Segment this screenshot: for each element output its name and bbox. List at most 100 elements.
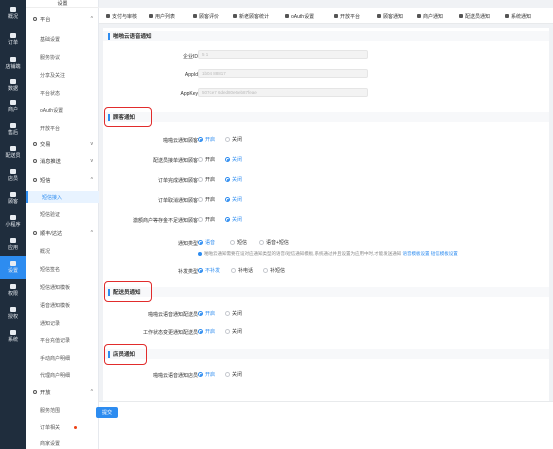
rail-item-miniapp[interactable]: 小程序 <box>0 210 26 233</box>
sidebar-item-merchant-detail[interactable]: 手动商户明细 <box>26 352 99 364</box>
tab-oauth[interactable]: oAuth设置 <box>285 12 314 20</box>
radio-enable[interactable]: 开启 <box>198 136 215 143</box>
tab-open-platform[interactable]: 开放平台 <box>334 12 360 20</box>
rail-item-customers[interactable]: 顾客 <box>0 187 26 210</box>
sidebar-item-agent-detail[interactable]: 代理商户明细 <box>26 369 99 381</box>
radio-enable[interactable]: 开启 <box>198 176 215 183</box>
tab-user-list[interactable]: 用户列表 <box>149 12 175 20</box>
rail-item-aftersale[interactable]: 售后 <box>0 118 26 141</box>
submit-button[interactable]: 提交 <box>96 407 118 418</box>
radio-label: 开启 <box>205 137 216 143</box>
sidebar-item-open-platform[interactable]: 开放平台 <box>26 122 99 134</box>
tab-courier-notify[interactable]: 配送员通知 <box>459 12 490 20</box>
radio-disable[interactable]: 关闭 <box>225 310 242 317</box>
tab-merchant-notify[interactable]: 商户通知 <box>417 12 443 20</box>
notify-type-sms[interactable]: 短信 <box>230 239 247 246</box>
sidebar-group-platform[interactable]: 平台 ^ <box>26 13 99 25</box>
sidebar-item-service[interactable]: 服务协议 <box>26 51 99 63</box>
sidebar-group-message[interactable]: 消息推送 v <box>26 155 99 167</box>
sidebar-group-sms[interactable]: 短信 ^ <box>26 174 99 186</box>
sidebar-item-store-settings[interactable]: 商家设置 <box>26 437 99 449</box>
sidebar-item-label: 短信接入 <box>42 194 63 201</box>
enterprise-id-field[interactable]: 5 1 <box>198 50 368 59</box>
sidebar-item-oauth[interactable]: oAuth设置 <box>26 104 99 116</box>
sidebar-item-label: 短信通知模板 <box>40 284 71 291</box>
radio-enable[interactable]: 开启 <box>198 371 215 378</box>
sidebar-group-dada[interactable]: 顺丰/达达 ^ <box>26 227 99 239</box>
tab-customer-stats[interactable]: 新老顾客统计 <box>233 12 269 20</box>
appkey-field[interactable]: 507ce7 6ded80e6eb87feae <box>198 88 368 97</box>
rail-item-auth[interactable]: 授权 <box>0 302 26 325</box>
section-bar <box>103 287 549 297</box>
toggle-row-label: 配送员接单通知顾客 <box>152 158 198 164</box>
tab-pay-review[interactable]: 支付与审核 <box>106 12 137 20</box>
supplement-none[interactable]: 不补发 <box>198 267 220 274</box>
tab-label: 顾客通知 <box>383 13 404 20</box>
sidebar-item-label: 平台充值记录 <box>40 337 71 344</box>
radio-enable[interactable]: 开启 <box>198 310 215 317</box>
sidebar-item-voice-template[interactable]: 语音通知模板 <box>26 299 99 311</box>
sidebar-item-sms-sign[interactable]: 短信签名 <box>26 263 99 275</box>
radio-disable[interactable]: 关闭 <box>225 156 242 163</box>
sidebar-item-notify-log[interactable]: 通知记录 <box>26 317 99 329</box>
rail-item-overview[interactable]: 概况 <box>0 2 26 25</box>
tab-customer-notify[interactable]: 顾客通知 <box>377 12 403 20</box>
radio-circle <box>198 177 203 182</box>
supplement-label: 补发类型 <box>177 269 198 275</box>
radio-label: 短信 <box>237 240 248 246</box>
radio-label: 开启 <box>205 177 216 183</box>
sidebar-item-sms-template[interactable]: 短信通知模板 <box>26 281 99 293</box>
voice-template-link[interactable]: 语音模板设置 <box>403 251 430 256</box>
oauth-icon <box>285 14 289 18</box>
toggle-row-label: 啪啪云语音通知配送员 <box>147 312 198 318</box>
rail-item-orders[interactable]: 订单 <box>0 28 26 51</box>
notify-type-voice[interactable]: 语音 <box>198 239 215 246</box>
rail-item-apps[interactable]: 应用 <box>0 233 26 256</box>
sidebar-item-share[interactable]: 分享及关注 <box>26 69 99 81</box>
radio-enable[interactable]: 开启 <box>198 216 215 223</box>
rail-item-permissions[interactable]: 权限 <box>0 279 26 302</box>
rail-item-stores[interactable]: 店铺端 <box>0 52 26 75</box>
radio-disable[interactable]: 关闭 <box>225 196 242 203</box>
radio-label: 关闭 <box>232 177 243 183</box>
rail-item-system[interactable]: 系统 <box>0 325 26 348</box>
home-icon <box>10 7 16 12</box>
radio-disable[interactable]: 关闭 <box>225 216 242 223</box>
rail-item-data[interactable]: 数据 <box>0 74 26 97</box>
radio-circle <box>198 197 203 202</box>
sidebar-item-service-scope[interactable]: 服务范围 <box>26 404 99 416</box>
sidebar-item-label: 分享及关注 <box>40 72 66 79</box>
radio-disable[interactable]: 关闭 <box>225 176 242 183</box>
rail-label: 店员 <box>7 176 18 182</box>
toggle-row-label: 订单取消通知顾客 <box>157 198 198 204</box>
sidebar-item-basic[interactable]: 基础设置 <box>26 33 99 45</box>
sidebar-item-sms-access[interactable]: 短信接入 <box>26 191 99 203</box>
sidebar-item-overview[interactable]: 概况 <box>26 245 99 257</box>
tab-system-notify[interactable]: 系统通知 <box>505 12 531 20</box>
radio-label: 关闭 <box>232 372 243 378</box>
radio-enable[interactable]: 开启 <box>198 328 215 335</box>
sidebar-group-open[interactable]: 开放 ^ <box>26 386 99 398</box>
radio-disable[interactable]: 关闭 <box>225 136 242 143</box>
sidebar-item-sms-verify[interactable]: 短信验证 <box>26 208 99 220</box>
sidebar-item-recharge-log[interactable]: 平台充值记录 <box>26 334 99 346</box>
sms-template-link[interactable]: 短信模板设置 <box>431 251 458 256</box>
appid-field[interactable]: 1b04 88817 <box>198 69 368 78</box>
sidebar-group-pay[interactable]: 交易 v <box>26 138 99 150</box>
tab-reviews[interactable]: 顾客评价 <box>193 12 219 20</box>
rail-item-courier[interactable]: 配送员 <box>0 141 26 164</box>
radio-disable[interactable]: 关闭 <box>225 371 242 378</box>
notify-type-voice-sms[interactable]: 语音+短信 <box>259 239 289 246</box>
sidebar-item-order-rel[interactable]: 订单相关 <box>26 421 99 433</box>
radio-enable[interactable]: 开启 <box>198 196 215 203</box>
radio-enable[interactable]: 开启 <box>198 156 215 163</box>
info-icon <box>198 251 202 256</box>
sidebar-item-status[interactable]: 平台状态 <box>26 87 99 99</box>
rail-item-clerk[interactable]: 店员 <box>0 164 26 187</box>
rail-item-merchants[interactable]: 商户 <box>0 95 26 118</box>
radio-label: 开启 <box>205 311 216 317</box>
supplement-phone[interactable]: 补电话 <box>231 267 253 274</box>
supplement-sms[interactable]: 补短信 <box>263 267 285 274</box>
radio-disable[interactable]: 关闭 <box>225 328 242 335</box>
rail-item-settings[interactable]: 设置 <box>0 256 26 279</box>
